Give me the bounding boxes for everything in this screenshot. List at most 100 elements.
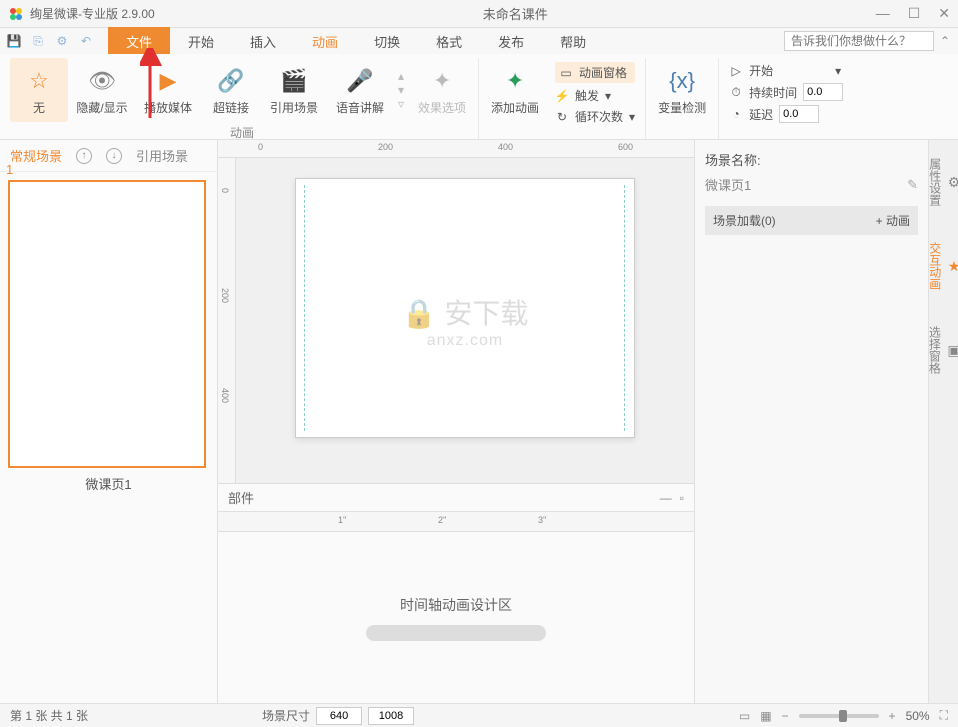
move-up-button[interactable]: ↑ [76, 148, 92, 164]
scroll-down-icon[interactable]: ▾ [398, 83, 404, 97]
tab-file[interactable]: 文件 [108, 27, 170, 56]
chevron-down-icon: ▾ [835, 64, 841, 78]
loop-icon: ↻ [555, 110, 569, 124]
canvas-viewport[interactable]: 🔒 安下载 anxz.com [236, 158, 694, 483]
quick-access-toolbar: 💾 ⎘ ⚙ ↶ [0, 33, 100, 49]
ribbon-addanim-button[interactable]: ✦ 添加动画 [483, 58, 547, 122]
clapper-icon: 🎬 [278, 65, 310, 97]
tab-transition[interactable]: 切换 [356, 27, 418, 56]
tab-insert[interactable]: 插入 [232, 27, 294, 56]
view-grid-icon[interactable]: ▦ [760, 709, 771, 723]
left-tab-normal[interactable]: 常规场景 [10, 146, 62, 165]
canvas-page[interactable] [295, 178, 635, 438]
collapse-ribbon-icon[interactable]: ⌃ [940, 34, 950, 48]
scroll-more-icon[interactable]: ▿ [398, 97, 404, 111]
ribbon-timing-delay: ◔ 延迟 [729, 105, 843, 123]
timeline-collapse-icon[interactable]: — [660, 491, 672, 505]
titlebar: 绚星微课-专业版 2.9.00 未命名课件 — ☐ ✕ [0, 0, 958, 28]
right-tab-selection[interactable]: ▣ 选择窗格 [924, 318, 958, 382]
ribbon-voice-button[interactable]: 🎤 语音讲解 [328, 58, 392, 122]
variable-icon: {x} [666, 65, 698, 97]
close-button[interactable]: ✕ [938, 5, 950, 22]
chevron-down-icon: ▾ [629, 110, 635, 124]
move-down-button[interactable]: ↓ [106, 148, 122, 164]
qat-undo-icon[interactable]: ↶ [78, 33, 94, 49]
clock-icon: ⏱ [729, 85, 743, 99]
scene-name-label: 场景名称: [705, 150, 918, 169]
tab-help[interactable]: 帮助 [542, 27, 604, 56]
tab-start[interactable]: 开始 [170, 27, 232, 56]
tab-row: 💾 ⎘ ⚙ ↶ 文件 开始 插入 动画 切换 格式 发布 帮助 ⌃ [0, 28, 958, 54]
gear-icon: ⚙ [948, 174, 958, 191]
slide-label: 微课页1 [8, 474, 209, 493]
delay-input[interactable] [779, 105, 819, 123]
page-info: 第 1 张 共 1 张 [10, 707, 88, 724]
ribbon: ☆ 无 👁 隐藏/显示 ▶ 播放媒体 🔗 超链接 🎬 引用场景 🎤 语音讲解 [0, 54, 958, 140]
scene-height-input[interactable] [368, 707, 414, 725]
ribbon-timing-start[interactable]: ▷ 开始 ▾ [729, 62, 843, 79]
scene-load-row[interactable]: 场景加载(0) + 动画 [705, 206, 918, 235]
slide-thumbnail[interactable] [8, 180, 206, 468]
timeline-panel: 部件 — ▫ 1'' 2'' 3'' 时间轴动画设计区 [218, 483, 694, 703]
sparkle-icon: ✦ [426, 65, 458, 97]
edit-name-icon[interactable]: ✎ [907, 177, 918, 193]
status-bar: 第 1 张 共 1 张 场景尺寸 ▭ ▦ − + 50% ⛶ [0, 703, 958, 727]
left-panel: 常规场景 ↑ ↓ 引用场景 1 微课页1 [0, 140, 218, 703]
right-panel: 场景名称: 微课页1 ✎ 场景加载(0) + 动画 ⚙ 属性设置 ★ 交互动画 … [694, 140, 958, 703]
layers-icon: ▣ [947, 342, 958, 359]
horizontal-ruler: 0 200 400 600 [218, 140, 694, 158]
timeline-expand-icon[interactable]: ▫ [680, 491, 684, 505]
ribbon-hyperlink-button[interactable]: 🔗 超链接 [202, 58, 260, 122]
ribbon-loopcount-button[interactable]: ↻ 循环次数 ▾ [555, 108, 635, 125]
vertical-ruler: 0 200 400 [218, 158, 236, 483]
duration-input[interactable] [803, 83, 843, 101]
main-area: 常规场景 ↑ ↓ 引用场景 1 微课页1 0 200 400 600 0 200… [0, 140, 958, 703]
zoom-in-button[interactable]: + [889, 709, 896, 723]
zoom-fit-icon[interactable]: ⛶ [940, 708, 948, 723]
bolt-icon: ⚡ [555, 89, 569, 103]
tab-animation[interactable]: 动画 [294, 27, 356, 56]
ribbon-tabs: 文件 开始 插入 动画 切换 格式 发布 帮助 [108, 27, 604, 56]
scene-name-value: 微课页1 [705, 175, 751, 194]
ribbon-hideshow-button[interactable]: 👁 隐藏/显示 [70, 58, 134, 122]
scene-width-input[interactable] [316, 707, 362, 725]
tab-publish[interactable]: 发布 [480, 27, 542, 56]
document-title: 未命名课件 [155, 4, 876, 23]
timeline-placeholder: 时间轴动画设计区 [400, 595, 512, 615]
pane-icon: ▭ [559, 66, 573, 80]
mic-icon: 🎤 [344, 65, 376, 97]
right-tab-interaction[interactable]: ★ 交互动画 [925, 234, 958, 298]
qat-save-icon[interactable]: 💾 [6, 33, 22, 49]
play-small-icon: ▷ [729, 64, 743, 78]
slide-number: 1 [6, 162, 13, 177]
ribbon-playmedia-button[interactable]: ▶ 播放媒体 [136, 58, 200, 122]
ribbon-animpane-button[interactable]: ▭ 动画窗格 [555, 62, 635, 83]
scroll-up-icon[interactable]: ▴ [398, 69, 404, 83]
play-icon: ▶ [152, 65, 184, 97]
app-title: 绚星微课-专业版 2.9.00 [30, 5, 155, 22]
minimize-button[interactable]: — [876, 5, 890, 22]
tell-me-input[interactable] [784, 31, 934, 51]
left-tab-ref[interactable]: 引用场景 [136, 146, 188, 165]
app-logo-icon [8, 6, 24, 22]
zoom-slider[interactable] [799, 714, 879, 718]
tab-format[interactable]: 格式 [418, 27, 480, 56]
ribbon-none-button[interactable]: ☆ 无 [10, 58, 68, 122]
star-icon: ★ [948, 258, 958, 275]
ribbon-trigger-button[interactable]: ⚡ 触发 ▾ [555, 87, 635, 104]
delay-icon: ◔ [729, 107, 743, 121]
view-single-icon[interactable]: ▭ [739, 709, 750, 723]
maximize-button[interactable]: ☐ [908, 5, 921, 22]
eye-icon: 👁 [86, 65, 118, 97]
timeline-ruler: 1'' 2'' 3'' [218, 512, 694, 532]
ribbon-effectopts-button[interactable]: ✦ 效果选项 [410, 58, 474, 122]
zoom-out-button[interactable]: − [782, 709, 789, 723]
ribbon-refscene-button[interactable]: 🎬 引用场景 [262, 58, 326, 122]
zoom-value: 50% [906, 709, 930, 723]
canvas-area: 0 200 400 600 0 200 400 🔒 安下载 anxz.com 部… [218, 140, 694, 703]
chevron-down-icon: ▾ [605, 89, 611, 103]
right-tab-properties[interactable]: ⚙ 属性设置 [925, 150, 958, 214]
qat-new-icon[interactable]: ⎘ [30, 33, 46, 49]
qat-settings-icon[interactable]: ⚙ [54, 33, 70, 49]
ribbon-vardetect-button[interactable]: {x} 变量检测 [650, 58, 714, 122]
